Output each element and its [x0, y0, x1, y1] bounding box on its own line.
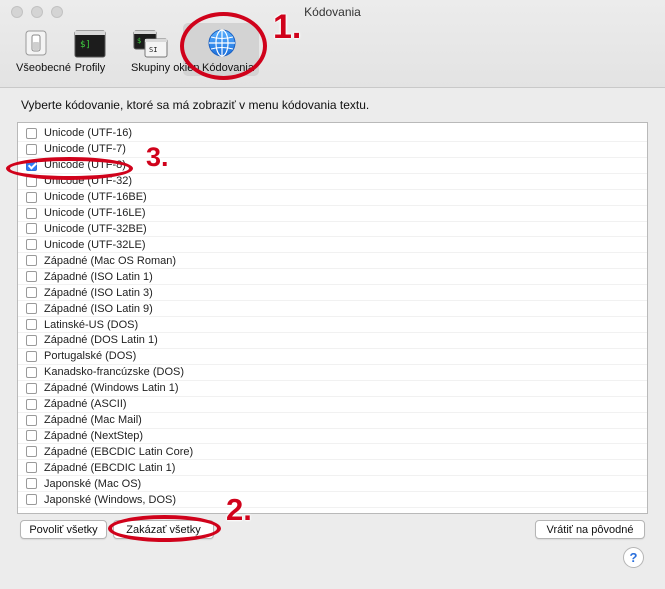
- encoding-checkbox[interactable]: [26, 478, 37, 490]
- annotation-step-3: 3.: [146, 142, 169, 172]
- encoding-row[interactable]: Západné (Mac OS Roman): [18, 253, 647, 270]
- encoding-row[interactable]: Západné (NextStep): [18, 429, 647, 445]
- window-groups-glyph-a: $: [137, 37, 141, 45]
- encoding-label: Unicode (UTF-16LE): [44, 207, 146, 220]
- encoding-checkbox[interactable]: [26, 382, 37, 394]
- encoding-label: Západné (NextStep): [44, 429, 144, 442]
- encoding-row[interactable]: Západné (EBCDIC Latin 1): [18, 460, 647, 477]
- annotation-step-1: 1.: [273, 8, 302, 46]
- annotation-step-2: 2.: [226, 492, 252, 527]
- encoding-label: Japonské (Windows, DOS): [44, 493, 177, 506]
- encoding-checkbox[interactable]: [26, 143, 37, 155]
- encoding-checkbox[interactable]: [26, 494, 37, 506]
- encoding-row[interactable]: Západné (Windows Latin 1): [18, 381, 647, 397]
- encoding-row[interactable]: Západné (ISO Latin 3): [18, 285, 647, 302]
- restore-defaults-button[interactable]: Vrátiť na pôvodné: [535, 520, 645, 539]
- encoding-row[interactable]: Západné (DOS Latin 1): [18, 333, 647, 349]
- encoding-row[interactable]: Japonské (Mac OS): [18, 476, 647, 493]
- general-switch-icon: [25, 30, 47, 59]
- encoding-checkbox[interactable]: [26, 462, 37, 474]
- profile-glyph: $]: [80, 40, 91, 50]
- encoding-label: Západné (EBCDIC Latin 1): [44, 461, 176, 474]
- annotation-ring-2: [108, 515, 221, 542]
- encoding-row[interactable]: Unicode (UTF-16BE): [18, 190, 647, 206]
- encoding-checkbox[interactable]: [26, 271, 37, 283]
- encoding-label: Západné (ISO Latin 1): [44, 270, 153, 283]
- encoding-row[interactable]: Západné (EBCDIC Latin Core): [18, 444, 647, 461]
- encoding-checkbox[interactable]: [26, 207, 37, 219]
- encoding-label: Západné (ISO Latin 3): [44, 286, 153, 299]
- encoding-label: Latinské-US (DOS): [44, 318, 139, 331]
- window-toolbar: Kódovania Všeobecné $] Profily $ SI Skup…: [0, 0, 665, 88]
- annotation-ring-1: [180, 12, 267, 80]
- encoding-checkbox[interactable]: [26, 255, 37, 267]
- help-button[interactable]: ?: [623, 547, 644, 568]
- encoding-row[interactable]: Západné (ISO Latin 1): [18, 269, 647, 286]
- encoding-checkbox[interactable]: [26, 239, 37, 251]
- encoding-label: Unicode (UTF-16BE): [44, 191, 147, 204]
- encoding-row[interactable]: Západné (Mac Mail): [18, 413, 647, 429]
- encodings-instruction: Vyberte kódovanie, ktoré sa má zobraziť …: [21, 98, 370, 112]
- encoding-label: Portugalské (DOS): [44, 350, 137, 363]
- encoding-row[interactable]: Unicode (UTF-7): [18, 142, 647, 158]
- toolbar-item-general-label: Všeobecné: [16, 62, 72, 74]
- encoding-checkbox[interactable]: [26, 303, 37, 315]
- encoding-checkbox[interactable]: [26, 334, 37, 346]
- encoding-label: Unicode (UTF-32BE): [44, 222, 147, 235]
- encoding-checkbox[interactable]: [26, 350, 37, 362]
- terminal-profile-icon: $]: [74, 30, 106, 61]
- encoding-label: Japonské (Mac OS): [44, 477, 142, 490]
- encoding-label: Západné (ASCII): [44, 398, 127, 411]
- encoding-row[interactable]: Portugalské (DOS): [18, 349, 647, 365]
- encoding-checkbox[interactable]: [26, 223, 37, 235]
- encoding-row[interactable]: Japonské (Windows, DOS): [18, 492, 647, 509]
- encoding-checkbox[interactable]: [26, 414, 37, 426]
- encoding-label: Západné (Mac OS Roman): [44, 254, 177, 267]
- encoding-label: Západné (ISO Latin 9): [44, 302, 153, 315]
- annotation-ring-3: [6, 157, 133, 180]
- window-groups-glyph-b: SI: [149, 46, 157, 54]
- encoding-label: Kanadsko-francúzske (DOS): [44, 366, 184, 379]
- encoding-checkbox[interactable]: [26, 366, 37, 378]
- encoding-checkbox[interactable]: [26, 287, 37, 299]
- encoding-row[interactable]: Unicode (UTF-32BE): [18, 222, 647, 238]
- encoding-label: Unicode (UTF-32LE): [44, 238, 146, 251]
- encoding-checkbox[interactable]: [26, 191, 37, 203]
- encoding-row[interactable]: Unicode (UTF-16): [18, 126, 647, 142]
- window-groups-icon: $ SI: [133, 30, 169, 61]
- encoding-row[interactable]: Kanadsko-francúzske (DOS): [18, 365, 647, 381]
- encoding-checkbox[interactable]: [26, 446, 37, 458]
- enable-all-button[interactable]: Povoliť všetky: [20, 520, 107, 539]
- encodings-list-rows: Unicode (UTF-16) Unicode (UTF-7) Unicode (…: [18, 126, 647, 509]
- encoding-row[interactable]: Unicode (UTF-32LE): [18, 237, 647, 254]
- encoding-row[interactable]: Západné (ASCII): [18, 397, 647, 413]
- encoding-checkbox[interactable]: [26, 430, 37, 442]
- encoding-label: Unicode (UTF-7): [44, 143, 126, 156]
- encoding-row[interactable]: Západné (ISO Latin 9): [18, 301, 647, 318]
- encoding-label: Západné (Mac Mail): [44, 414, 142, 427]
- encoding-label: Západné (EBCDIC Latin Core): [44, 445, 194, 458]
- toolbar-item-window-groups-label: Skupiny okien: [131, 62, 200, 74]
- encoding-label: Unicode (UTF-16): [44, 127, 133, 140]
- toolbar-item-profiles-label: Profily: [74, 62, 106, 74]
- encoding-label: Západné (DOS Latin 1): [44, 334, 158, 347]
- encoding-checkbox[interactable]: [26, 319, 37, 331]
- encoding-checkbox[interactable]: [26, 127, 37, 139]
- window-title: Kódovania: [304, 5, 361, 19]
- encoding-row[interactable]: Latinské-US (DOS): [18, 317, 647, 333]
- encoding-checkbox[interactable]: [26, 398, 37, 410]
- encodings-list[interactable]: Unicode (UTF-16) Unicode (UTF-7) Unicode (…: [17, 122, 648, 514]
- encoding-row[interactable]: Unicode (UTF-16LE): [18, 206, 647, 222]
- encoding-label: Západné (Windows Latin 1): [44, 382, 179, 395]
